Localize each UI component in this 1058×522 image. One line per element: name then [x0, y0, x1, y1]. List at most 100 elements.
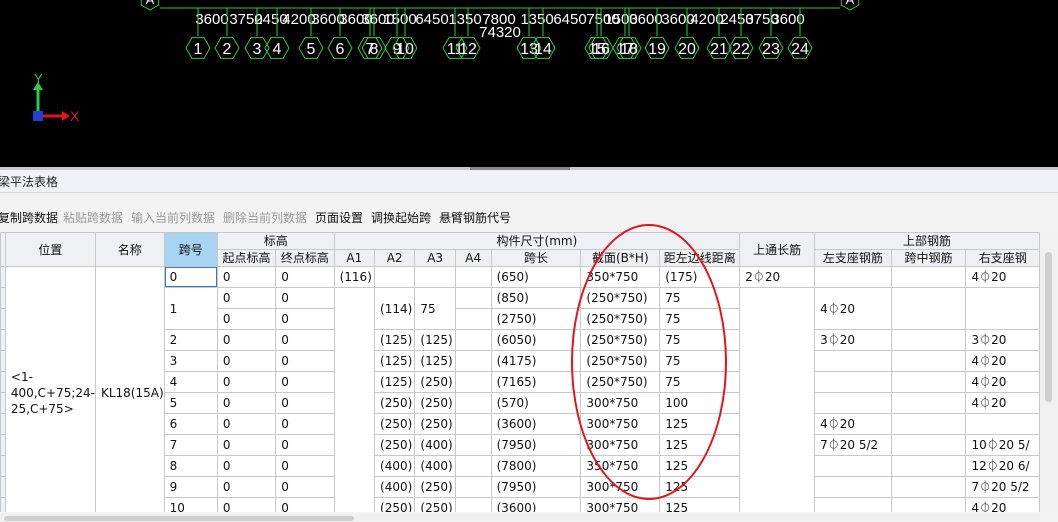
cell-edge-distance[interactable]: 125	[659, 476, 741, 498]
cell-end-elev[interactable]: 0	[275, 392, 335, 414]
cell-span-no[interactable]: 5	[163, 392, 218, 414]
cell-span-length[interactable]: (850)	[490, 287, 582, 309]
cell-section[interactable]: 300*750	[580, 434, 661, 456]
row-header[interactable]	[0, 392, 6, 414]
cell-left-support[interactable]	[814, 371, 892, 393]
cell-end-elev[interactable]: 0	[275, 308, 335, 330]
col-right-support[interactable]: 右支座钢	[965, 249, 1040, 267]
cell-start-elev[interactable]: 0	[216, 497, 277, 512]
cell-start-elev[interactable]: 0	[216, 266, 277, 288]
cell-start-elev[interactable]: 0	[216, 476, 277, 498]
cell-a4[interactable]	[454, 392, 492, 414]
cell-section[interactable]: 300*750	[580, 497, 661, 512]
cell-top-through-rebar[interactable]	[739, 287, 816, 512]
col-span-length[interactable]: 跨长	[490, 249, 582, 267]
cell-mid-span[interactable]	[890, 329, 967, 351]
toolbar-button-3[interactable]: 删除当前列数据	[223, 209, 307, 226]
toolbar-button-0[interactable]: 复制跨数据	[0, 209, 58, 226]
cell-left-support[interactable]: 3⏀20	[814, 329, 892, 351]
row-header[interactable]	[0, 308, 6, 330]
cell-a4[interactable]	[454, 308, 492, 330]
col-left-support[interactable]: 左支座钢筋	[814, 249, 892, 267]
cell-span-no[interactable]: 1	[163, 287, 218, 330]
cell-mid-span[interactable]	[890, 371, 967, 393]
col-a3[interactable]: A3	[414, 249, 456, 267]
cell-start-elev[interactable]: 0	[216, 434, 277, 456]
cell-a2[interactable]: (250)	[374, 413, 416, 435]
toolbar-button-1[interactable]: 粘贴跨数据	[63, 209, 123, 226]
cell-edge-distance[interactable]: 125	[659, 434, 741, 456]
col-span-no[interactable]: 跨号	[163, 232, 218, 267]
cell-end-elev[interactable]: 0	[275, 434, 335, 456]
cell-a4[interactable]	[454, 266, 492, 288]
cell-a2[interactable]: (400)	[374, 476, 416, 498]
cell-a2[interactable]: (250)	[374, 392, 416, 414]
cell-a3[interactable]: (125)	[414, 350, 456, 372]
cell-right-support[interactable]: 4⏀20	[965, 392, 1040, 414]
col-a2[interactable]: A2	[374, 249, 416, 267]
cell-edge-distance[interactable]: 125	[659, 455, 741, 477]
col-edge-distance[interactable]: 距左边线距离	[659, 249, 741, 267]
cell-end-elev[interactable]: 0	[275, 371, 335, 393]
cell-right-support[interactable]: 10⏀20 5/	[965, 434, 1040, 456]
cell-left-support[interactable]	[814, 497, 892, 512]
cell-section[interactable]: (250*750)	[580, 371, 661, 393]
vertical-scrollbar[interactable]	[1040, 232, 1058, 512]
cell-end-elev[interactable]: 0	[275, 329, 335, 351]
cell-section[interactable]: 300*750	[580, 413, 661, 435]
cell-span-length[interactable]: (7950)	[490, 476, 582, 498]
toolbar-button-2[interactable]: 输入当前列数据	[131, 209, 215, 226]
cell-start-elev[interactable]: 0	[216, 329, 277, 351]
cell-span-length[interactable]: (570)	[490, 392, 582, 414]
cell-a2[interactable]: (114)	[374, 287, 416, 330]
cell-a3[interactable]: 75	[414, 287, 456, 330]
toolbar-button-5[interactable]: 调换起始跨	[371, 209, 431, 226]
cell-left-support[interactable]	[814, 455, 892, 477]
cell-a4[interactable]	[454, 413, 492, 435]
cell-end-elev[interactable]: 0	[275, 287, 335, 309]
cell-a2[interactable]: (125)	[374, 350, 416, 372]
horizontal-scrollbar[interactable]	[0, 514, 1040, 522]
cell-left-support[interactable]	[814, 266, 892, 288]
cell-a3[interactable]: (400)	[414, 434, 456, 456]
cell-start-elev[interactable]: 0	[216, 392, 277, 414]
cell-span-no[interactable]: 8	[163, 455, 218, 477]
cell-a4[interactable]	[454, 287, 492, 309]
toolbar-button-4[interactable]: 页面设置	[315, 209, 363, 226]
cell-a3[interactable]: (400)	[414, 455, 456, 477]
col-a4[interactable]: A4	[454, 249, 492, 267]
cell-edge-distance[interactable]: 75	[659, 308, 741, 330]
cell-mid-span[interactable]	[890, 434, 967, 456]
cell-end-elev[interactable]: 0	[275, 350, 335, 372]
col-name[interactable]: 名称	[94, 232, 165, 267]
cell-a3[interactable]: (250)	[414, 392, 456, 414]
cell-end-elev[interactable]: 0	[275, 497, 335, 512]
cell-right-support[interactable]: 4⏀20	[965, 371, 1040, 393]
cell-span-no[interactable]: 10	[163, 497, 218, 512]
row-header[interactable]	[0, 287, 6, 309]
cell-mid-span[interactable]	[890, 455, 967, 477]
row-header[interactable]	[0, 413, 6, 435]
cell-section[interactable]: 300*750	[580, 392, 661, 414]
cell-right-support[interactable]: 12⏀20 6/	[965, 455, 1040, 477]
cell-span-no[interactable]: 4	[163, 371, 218, 393]
cell-span-no[interactable]: 0	[163, 266, 218, 288]
cell-edge-distance[interactable]: 75	[659, 329, 741, 351]
cell-span-length[interactable]: (2750)	[490, 308, 582, 330]
cell-right-support[interactable]: 7⏀20 5/2	[965, 476, 1040, 498]
cell-span-length[interactable]: (650)	[490, 266, 582, 288]
cell-a3[interactable]: (250)	[414, 413, 456, 435]
row-header[interactable]	[0, 371, 6, 393]
cell-left-support[interactable]: 7⏀20 5/2	[814, 434, 892, 456]
cell-left-support[interactable]: 4⏀20	[814, 287, 892, 330]
col-a1[interactable]: A1	[333, 249, 376, 267]
cell-a4[interactable]	[454, 434, 492, 456]
cell-edge-distance[interactable]: 75	[659, 371, 741, 393]
cell-a3[interactable]: (250)	[414, 497, 456, 512]
cell-section[interactable]: (250*750)	[580, 308, 661, 330]
cell-a3[interactable]	[414, 266, 456, 288]
cell-a4[interactable]	[454, 329, 492, 351]
horizontal-scroll-thumb[interactable]	[4, 516, 354, 521]
cell-span-length[interactable]: (6050)	[490, 329, 582, 351]
row-header[interactable]	[0, 350, 6, 372]
